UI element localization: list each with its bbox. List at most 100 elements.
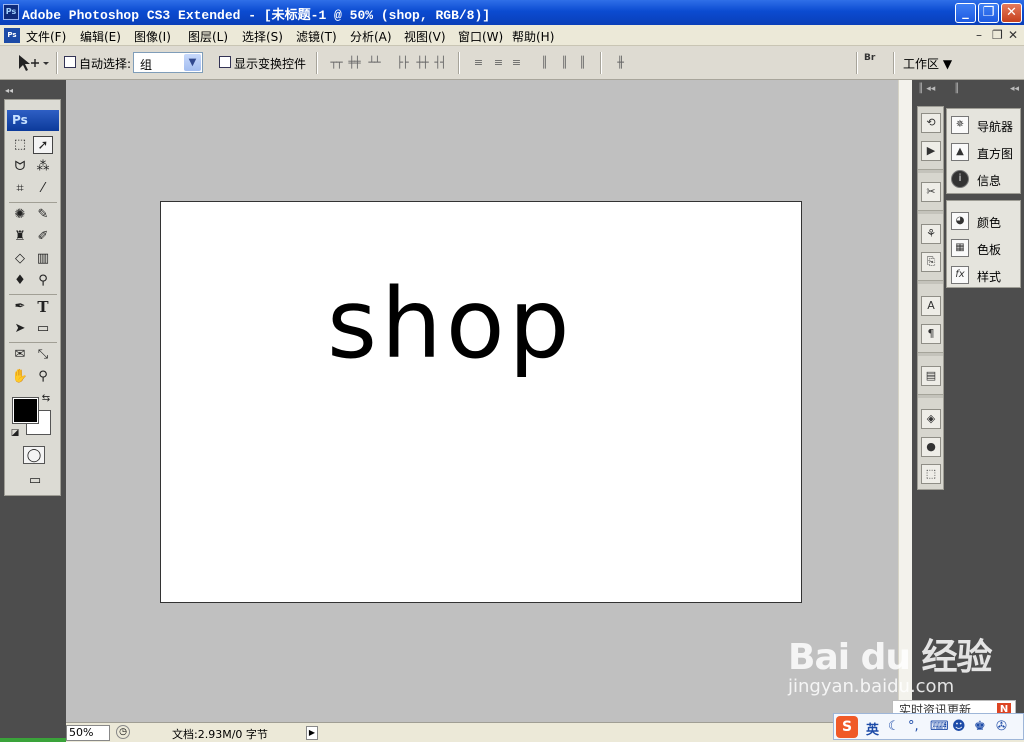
- distribute-vcenter-icon[interactable]: ≡: [490, 56, 506, 69]
- dodge-tool-icon[interactable]: ⚲: [33, 272, 53, 290]
- history-brush-icon[interactable]: ✐: [33, 228, 53, 246]
- menu-filter[interactable]: 滤镜(T): [296, 28, 337, 45]
- panel-styles[interactable]: fx 样式: [949, 264, 1019, 286]
- eyedropper-icon[interactable]: ⤡: [33, 346, 53, 364]
- wrench-icon[interactable]: ✇: [996, 719, 1007, 734]
- path-selection-icon[interactable]: ➤: [10, 320, 30, 338]
- healing-brush-icon[interactable]: ✺: [10, 206, 30, 224]
- auto-select-checkbox[interactable]: [64, 56, 76, 68]
- menu-edit[interactable]: 编辑(E): [80, 28, 121, 45]
- crop-tool-icon[interactable]: ⌗: [10, 180, 30, 198]
- move-tool-icon[interactable]: ➚: [33, 136, 53, 154]
- brush-tool-icon[interactable]: ✎: [33, 206, 53, 224]
- user-icon[interactable]: ☻: [952, 719, 966, 734]
- notes-tool-icon[interactable]: ✉: [10, 346, 30, 364]
- foreground-color-swatch[interactable]: [12, 397, 39, 424]
- doc-close-button[interactable]: ✕: [1008, 28, 1018, 42]
- skin-icon[interactable]: ♚: [974, 719, 986, 734]
- ime-language[interactable]: 英: [866, 719, 879, 738]
- marquee-tool-icon[interactable]: ⬚: [10, 136, 30, 154]
- type-tool-icon[interactable]: T: [33, 298, 53, 316]
- distribute-left-icon[interactable]: ║: [536, 56, 552, 69]
- magic-wand-icon[interactable]: ⁂: [33, 158, 53, 176]
- panel-navigator[interactable]: ✵ 导航器: [949, 114, 1019, 136]
- auto-select-dropdown[interactable]: 组 ▼: [133, 52, 203, 73]
- panel-color[interactable]: ◕ 颜色: [949, 210, 1019, 232]
- gradient-tool-icon[interactable]: ▥: [33, 250, 53, 268]
- panel-collapse-icon[interactable]: ◂◂: [5, 86, 62, 96]
- slice-tool-icon[interactable]: ⁄: [33, 180, 53, 198]
- clone-source-icon[interactable]: ⎘: [921, 252, 941, 272]
- align-right-icon[interactable]: ┤┤: [432, 56, 448, 69]
- doc-restore-button[interactable]: ❐: [992, 28, 1003, 42]
- history-icon[interactable]: ⟲: [921, 113, 941, 133]
- align-top-icon[interactable]: ┬┬: [328, 56, 344, 69]
- collapse-icon[interactable]: ◂◂: [1010, 84, 1019, 94]
- menu-select[interactable]: 选择(S): [242, 28, 283, 45]
- distribute-hcenter-icon[interactable]: ║: [556, 56, 572, 69]
- brushes-icon[interactable]: ⚘: [921, 224, 941, 244]
- collapse-icon[interactable]: ║ ◂◂: [918, 84, 935, 94]
- close-button[interactable]: ✕: [1001, 3, 1022, 23]
- panel-swatches[interactable]: ▦ 色板: [949, 237, 1019, 259]
- workspace-dropdown[interactable]: 工作区 ▼: [903, 55, 952, 72]
- align-hcenter-icon[interactable]: ┼┼: [414, 56, 430, 69]
- restore-button[interactable]: ❐: [978, 3, 999, 23]
- canvas-text[interactable]: shop: [327, 268, 574, 380]
- sogou-logo-icon[interactable]: S: [836, 716, 858, 738]
- menu-layer[interactable]: 图层(L): [188, 28, 228, 45]
- ps-logo[interactable]: Ps: [7, 110, 59, 131]
- actions-icon[interactable]: ▶: [921, 141, 941, 161]
- status-info-icon[interactable]: ◷: [116, 725, 130, 739]
- align-bottom-icon[interactable]: ┴┴: [366, 56, 382, 69]
- keyboard-icon[interactable]: ⌨: [930, 719, 949, 734]
- photoshop-app-icon[interactable]: Ps: [3, 4, 19, 20]
- tool-preset-picker[interactable]: [16, 53, 50, 73]
- swap-colors-icon[interactable]: ⇆: [39, 390, 53, 408]
- minimize-button[interactable]: _: [955, 3, 976, 23]
- quick-mask-icon[interactable]: ◯: [23, 446, 45, 464]
- hand-tool-icon[interactable]: ✋: [10, 368, 30, 386]
- bridge-button[interactable]: Br: [864, 53, 888, 73]
- lasso-tool-icon[interactable]: ᗢ: [10, 158, 30, 176]
- blur-tool-icon[interactable]: ♦: [10, 272, 30, 290]
- panel-info[interactable]: i 信息: [949, 168, 1019, 190]
- menu-view[interactable]: 视图(V): [404, 28, 446, 45]
- auto-align-layers-icon[interactable]: ╫: [612, 56, 628, 69]
- show-transform-checkbox[interactable]: [219, 56, 231, 68]
- punctuation-icon[interactable]: °,: [908, 719, 919, 734]
- channels-icon[interactable]: ●: [921, 437, 941, 457]
- menu-window[interactable]: 窗口(W): [458, 28, 503, 45]
- distribute-top-icon[interactable]: ≡: [470, 56, 486, 69]
- align-left-icon[interactable]: ├├: [394, 56, 410, 69]
- align-vcenter-icon[interactable]: ╪╪: [346, 56, 362, 69]
- shape-tool-icon[interactable]: ▭: [33, 320, 53, 338]
- status-menu-arrow-icon[interactable]: ▶: [306, 726, 318, 740]
- screen-mode-icon[interactable]: ▭: [22, 472, 48, 490]
- tool-presets-icon[interactable]: ✂: [921, 182, 941, 202]
- moon-icon[interactable]: ☾: [888, 719, 900, 734]
- menu-analysis[interactable]: 分析(A): [350, 28, 392, 45]
- character-icon[interactable]: A: [921, 296, 941, 316]
- document-icon[interactable]: Ps: [4, 28, 20, 43]
- zoom-tool-icon[interactable]: ⚲: [33, 368, 53, 386]
- layers-icon[interactable]: ◈: [921, 409, 941, 429]
- layer-comps-icon[interactable]: ▤: [921, 366, 941, 386]
- zoom-level-field[interactable]: 50%: [66, 725, 110, 741]
- default-colors-icon[interactable]: ◪: [9, 424, 21, 442]
- eraser-tool-icon[interactable]: ◇: [10, 250, 30, 268]
- collapse-icon[interactable]: ║: [954, 84, 959, 94]
- menu-help[interactable]: 帮助(H): [512, 28, 554, 45]
- pen-tool-icon[interactable]: ✒: [10, 298, 30, 316]
- distribute-right-icon[interactable]: ║: [574, 56, 590, 69]
- menu-image[interactable]: 图像(I): [134, 28, 171, 45]
- dock-grip[interactable]: ║ ◂◂ ║ ◂◂: [914, 84, 1024, 96]
- doc-minimize-button[interactable]: –: [976, 28, 982, 42]
- panel-histogram[interactable]: ▲ 直方图: [949, 141, 1019, 163]
- clone-stamp-icon[interactable]: ♜: [10, 228, 30, 246]
- vertical-scrollbar[interactable]: [898, 80, 912, 722]
- document-canvas[interactable]: shop: [160, 201, 802, 603]
- paths-icon[interactable]: ⬚: [921, 464, 941, 484]
- menu-file[interactable]: 文件(F): [26, 28, 66, 45]
- paragraph-icon[interactable]: ¶: [921, 324, 941, 344]
